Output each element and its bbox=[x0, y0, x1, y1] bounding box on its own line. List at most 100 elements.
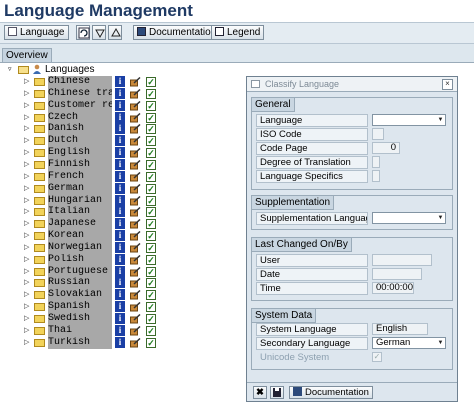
expand-triangle-icon[interactable]: ▷ bbox=[24, 208, 29, 216]
language-row[interactable]: ▷ Danish i ✓ bbox=[0, 123, 170, 135]
check-icon[interactable]: ✓ bbox=[146, 302, 156, 312]
language-label[interactable]: Slovakian bbox=[48, 289, 112, 301]
edit-icon[interactable] bbox=[130, 207, 141, 217]
info-icon[interactable]: i bbox=[115, 171, 125, 182]
expand-triangle-icon[interactable]: ▷ bbox=[24, 185, 29, 193]
language-label[interactable]: Korean bbox=[48, 230, 112, 242]
check-icon[interactable]: ✓ bbox=[146, 172, 156, 182]
language-row[interactable]: ▷ Swedish i ✓ bbox=[0, 313, 170, 325]
expand-triangle-icon[interactable]: ▷ bbox=[24, 315, 29, 323]
info-icon[interactable]: i bbox=[115, 76, 125, 87]
check-icon[interactable]: ✓ bbox=[146, 77, 156, 87]
edit-icon[interactable] bbox=[130, 160, 141, 170]
degree-of-translation-field[interactable] bbox=[372, 156, 380, 168]
expand-triangle-icon[interactable]: ▷ bbox=[24, 114, 29, 122]
edit-icon[interactable] bbox=[130, 89, 141, 99]
language-row[interactable]: ▷ Slovakian i ✓ bbox=[0, 289, 170, 301]
info-icon[interactable]: i bbox=[115, 254, 125, 265]
check-icon[interactable]: ✓ bbox=[146, 231, 156, 241]
check-icon[interactable]: ✓ bbox=[146, 219, 156, 229]
documentation-footer-button[interactable]: Documentation bbox=[289, 386, 373, 399]
language-row[interactable]: ▷ Turkish i ✓ bbox=[0, 337, 170, 349]
language-label[interactable]: German bbox=[48, 183, 112, 195]
expand-triangle-icon[interactable]: ▷ bbox=[24, 303, 29, 311]
language-row[interactable]: ▷ Russian i ✓ bbox=[0, 277, 170, 289]
language-row[interactable]: ▷ Chinese i ✓ bbox=[0, 76, 170, 88]
system-language-field[interactable]: English bbox=[372, 323, 428, 335]
edit-icon[interactable] bbox=[130, 255, 141, 265]
info-icon[interactable]: i bbox=[115, 183, 125, 194]
info-icon[interactable]: i bbox=[115, 135, 125, 146]
language-row[interactable]: ▷ Dutch i ✓ bbox=[0, 135, 170, 147]
edit-icon[interactable] bbox=[130, 290, 141, 300]
check-icon[interactable]: ✓ bbox=[146, 136, 156, 146]
iso-code-field[interactable] bbox=[372, 128, 384, 140]
edit-icon[interactable] bbox=[130, 124, 141, 134]
supplementation-language-dropdown[interactable]: ▼ bbox=[372, 212, 446, 224]
edit-icon[interactable] bbox=[130, 302, 141, 312]
check-icon[interactable]: ✓ bbox=[146, 196, 156, 206]
expand-triangle-icon[interactable]: ▷ bbox=[24, 268, 29, 276]
check-icon[interactable]: ✓ bbox=[146, 148, 156, 158]
language-label[interactable]: Spanish bbox=[48, 301, 112, 313]
edit-icon[interactable] bbox=[130, 113, 141, 123]
user-field[interactable] bbox=[372, 254, 432, 266]
edit-icon[interactable] bbox=[130, 278, 141, 288]
expand-triangle-icon[interactable]: ▷ bbox=[24, 327, 29, 335]
language-label[interactable]: Turkish bbox=[48, 337, 112, 349]
edit-icon[interactable] bbox=[130, 136, 141, 146]
info-icon[interactable]: i bbox=[115, 206, 125, 217]
check-icon[interactable]: ✓ bbox=[146, 326, 156, 336]
info-icon[interactable]: i bbox=[115, 277, 125, 288]
cancel-button[interactable]: ✖ bbox=[253, 386, 267, 399]
language-label[interactable]: Norwegian bbox=[48, 242, 112, 254]
edit-icon[interactable] bbox=[130, 148, 141, 158]
info-icon[interactable]: i bbox=[115, 325, 125, 336]
info-icon[interactable]: i bbox=[115, 147, 125, 158]
tab-overview[interactable]: Overview bbox=[2, 48, 52, 62]
edit-icon[interactable] bbox=[130, 196, 141, 206]
edit-icon[interactable] bbox=[130, 184, 141, 194]
check-icon[interactable]: ✓ bbox=[146, 113, 156, 123]
edit-icon[interactable] bbox=[130, 101, 141, 111]
expand-triangle-icon[interactable]: ▷ bbox=[24, 149, 29, 157]
language-specifics-field[interactable] bbox=[372, 170, 380, 182]
language-label[interactable]: French bbox=[48, 171, 112, 183]
language-label[interactable]: Customer reser bbox=[48, 100, 112, 112]
language-row[interactable]: ▷ Korean i ✓ bbox=[0, 230, 170, 242]
info-icon[interactable]: i bbox=[115, 100, 125, 111]
language-label[interactable]: Italian bbox=[48, 206, 112, 218]
language-row[interactable]: ▷ English i ✓ bbox=[0, 147, 170, 159]
info-icon[interactable]: i bbox=[115, 159, 125, 170]
expanded-triangle-icon[interactable]: ▿ bbox=[8, 66, 12, 74]
time-field[interactable]: 00:00:00 bbox=[372, 282, 414, 294]
language-row[interactable]: ▷ Spanish i ✓ bbox=[0, 301, 170, 313]
language-row[interactable]: ▷ Thai i ✓ bbox=[0, 325, 170, 337]
check-icon[interactable]: ✓ bbox=[146, 89, 156, 99]
language-label[interactable]: Russian bbox=[48, 277, 112, 289]
language-label[interactable]: Chinese trad. bbox=[48, 88, 112, 100]
edit-icon[interactable] bbox=[130, 267, 141, 277]
info-icon[interactable]: i bbox=[115, 123, 125, 134]
expand-triangle-icon[interactable]: ▷ bbox=[24, 137, 29, 145]
check-icon[interactable]: ✓ bbox=[146, 314, 156, 324]
info-icon[interactable]: i bbox=[115, 88, 125, 99]
edit-icon[interactable] bbox=[130, 338, 141, 348]
language-row[interactable]: ▷ Chinese trad.i ✓ bbox=[0, 88, 170, 100]
language-row[interactable]: ▷ German i ✓ bbox=[0, 183, 170, 195]
expand-button[interactable] bbox=[108, 25, 122, 40]
check-icon[interactable]: ✓ bbox=[146, 101, 156, 111]
check-icon[interactable]: ✓ bbox=[146, 184, 156, 194]
language-label[interactable]: Finnish bbox=[48, 159, 112, 171]
edit-icon[interactable] bbox=[130, 219, 141, 229]
info-icon[interactable]: i bbox=[115, 218, 125, 229]
check-icon[interactable]: ✓ bbox=[146, 207, 156, 217]
expand-triangle-icon[interactable]: ▷ bbox=[24, 197, 29, 205]
unicode-system-checkbox[interactable]: ✓ bbox=[372, 352, 382, 362]
edit-icon[interactable] bbox=[130, 243, 141, 253]
language-row[interactable]: ▷ Norwegian i ✓ bbox=[0, 242, 170, 254]
collapse-button[interactable] bbox=[92, 25, 106, 40]
edit-icon[interactable] bbox=[130, 314, 141, 324]
language-row[interactable]: ▷ Italian i ✓ bbox=[0, 206, 170, 218]
refresh-button[interactable] bbox=[76, 25, 90, 40]
